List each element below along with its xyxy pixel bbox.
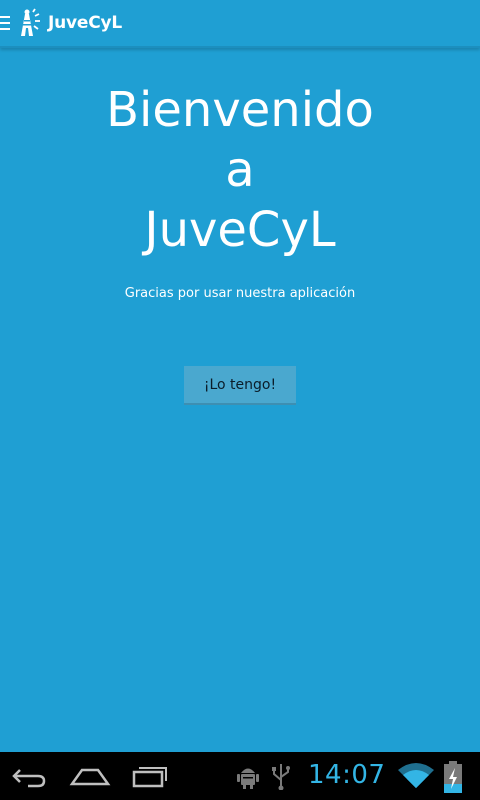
back-icon[interactable] [10,762,48,790]
welcome-subtitle: Gracias por usar nuestra aplicación [124,286,356,301]
drawer-icon[interactable] [0,16,10,30]
welcome-heading: Bienvenido a JuveCyL [0,80,480,260]
status-clock: 14:07 [308,760,386,790]
android-debug-icon [237,768,259,789]
app-logo-icon[interactable] [16,8,42,38]
app-title[interactable]: JuveCyL [48,13,122,33]
home-icon[interactable] [68,762,112,790]
usb-icon [272,764,290,790]
welcome-line-3: JuveCyL [144,202,336,258]
system-navigation-bar: 14:07 [0,752,480,800]
welcome-line-1: Bienvenido [106,82,374,138]
battery-charging-icon [444,761,462,793]
got-it-button[interactable]: ¡Lo tengo! [184,366,296,405]
welcome-line-2: a [225,142,255,198]
action-bar: JuveCyL [0,0,480,48]
recents-icon[interactable] [130,762,170,790]
wifi-icon [398,763,434,788]
